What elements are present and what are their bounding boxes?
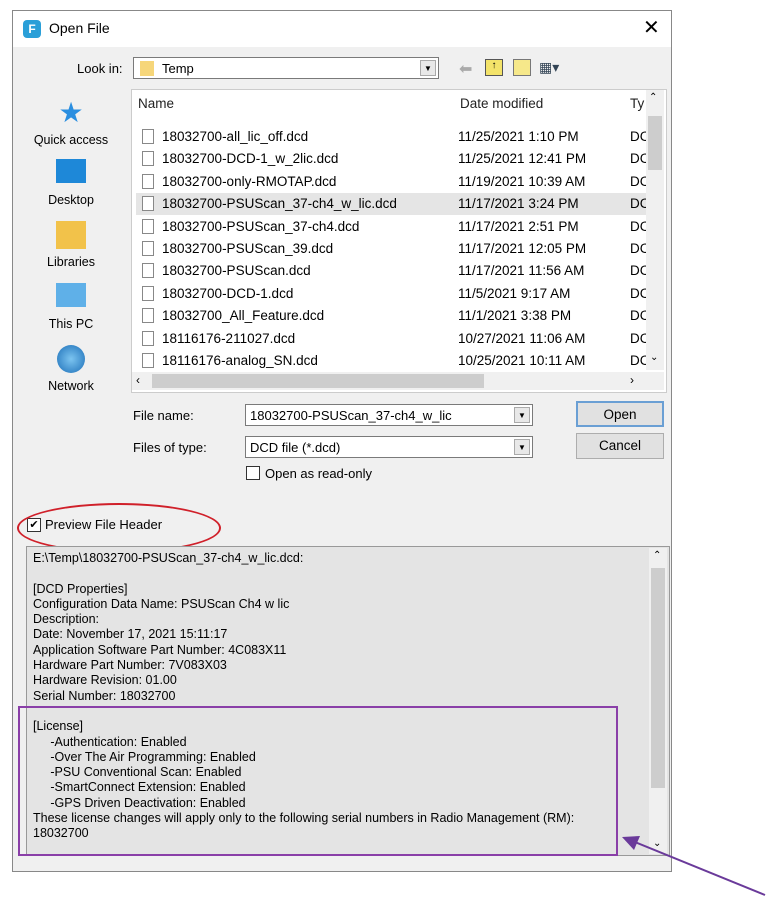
document-icon xyxy=(142,173,154,189)
scroll-thumb[interactable] xyxy=(651,568,665,788)
document-icon xyxy=(142,263,154,279)
back-icon[interactable]: ⬅ xyxy=(459,59,472,79)
file-date: 10/25/2021 10:11 AM xyxy=(458,353,586,368)
computer-icon xyxy=(56,283,86,307)
document-icon xyxy=(142,308,154,324)
open-file-dialog: F Open File ✕ Look in: Temp ▼ ⬅ ↑ ▦▾ ★ Qu… xyxy=(12,10,672,872)
file-date: 11/17/2021 11:56 AM xyxy=(458,263,585,279)
file-row[interactable]: 18116176-analog_SN.dcd 10/25/2021 10:11 A… xyxy=(136,350,650,372)
open-button[interactable]: Open xyxy=(576,401,664,427)
file-name: 18116176-analog_SN.dcd xyxy=(162,353,318,368)
file-date: 10/27/2021 11:06 AM xyxy=(458,330,586,346)
read-only-label: Open as read-only xyxy=(265,466,372,481)
file-name-value: 18032700-PSUScan_37-ch4_w_lic xyxy=(250,408,452,423)
file-list[interactable]: Name Date modified Ty 18032700-all_lic_o… xyxy=(131,89,667,393)
place-label: This PC xyxy=(48,317,94,331)
place-label: Desktop xyxy=(48,193,94,207)
file-row[interactable]: 18032700_All_Feature.dcd 11/1/2021 3:38 P… xyxy=(136,305,650,327)
file-name-input[interactable]: 18032700-PSUScan_37-ch4_w_lic ▼ xyxy=(245,404,533,426)
preview-scrollbar[interactable]: ⌃ ⌄ xyxy=(649,548,667,854)
column-date-modified[interactable]: Date modified xyxy=(460,96,543,111)
view-menu-icon[interactable]: ▦▾ xyxy=(539,59,559,76)
file-date: 11/17/2021 12:05 PM xyxy=(458,241,587,256)
place-network[interactable]: Network xyxy=(21,345,121,393)
close-button[interactable]: ✕ xyxy=(643,15,660,40)
file-name: 18032700-PSUScan_39.dcd xyxy=(162,241,334,256)
document-icon xyxy=(142,353,154,368)
desktop-icon xyxy=(56,159,86,183)
file-name-label: File name: xyxy=(133,408,194,423)
scroll-thumb[interactable] xyxy=(648,116,662,170)
document-icon xyxy=(142,151,154,167)
file-name: 18032700-PSUScan.dcd xyxy=(162,263,311,279)
license-highlight-box xyxy=(18,706,618,856)
file-name: 18032700-DCD-1_w_2lic.dcd xyxy=(162,151,339,167)
dialog-title: Open File xyxy=(49,20,110,36)
libraries-icon xyxy=(56,221,86,249)
place-label: Quick access xyxy=(33,133,109,147)
star-icon: ★ xyxy=(58,97,84,128)
read-only-checkbox[interactable] xyxy=(246,466,260,480)
file-row[interactable]: 18032700-only-RMOTAP.dcd 11/19/2021 10:39… xyxy=(136,171,650,193)
file-date: 11/25/2021 1:10 PM xyxy=(458,129,579,144)
place-desktop[interactable]: Desktop xyxy=(21,159,121,207)
file-date: 11/19/2021 10:39 AM xyxy=(458,173,586,189)
file-row[interactable]: 18032700-PSUScan_39.dcd 11/17/2021 12:05 … xyxy=(136,238,650,260)
file-name: 18116176-211027.dcd xyxy=(162,330,296,346)
file-name: 18032700-PSUScan_37-ch4.dcd xyxy=(162,218,360,234)
up-folder-icon[interactable]: ↑ xyxy=(485,59,503,76)
file-name: 18032700-DCD-1.dcd xyxy=(162,285,294,301)
document-icon xyxy=(142,196,154,212)
network-icon xyxy=(57,345,85,373)
place-libraries[interactable]: Libraries xyxy=(21,221,121,269)
place-this-pc[interactable]: This PC xyxy=(21,283,121,331)
file-row[interactable]: 18032700-PSUScan.dcd 11/17/2021 11:56 AM D… xyxy=(136,260,650,282)
folder-icon xyxy=(140,61,154,76)
file-date: 11/5/2021 9:17 AM xyxy=(458,285,571,301)
look-in-select[interactable]: Temp ▼ xyxy=(133,57,439,79)
file-date: 11/1/2021 3:38 PM xyxy=(458,308,572,324)
document-icon xyxy=(142,129,154,144)
file-name: 18032700_All_Feature.dcd xyxy=(162,308,325,324)
document-icon xyxy=(142,241,154,256)
place-quick-access[interactable]: ★ Quick access xyxy=(21,97,121,147)
file-row[interactable]: 18032700-PSUScan_37-ch4.dcd 11/17/2021 2:… xyxy=(136,216,650,238)
file-row[interactable]: 18032700-DCD-1.dcd 11/5/2021 9:17 AM DC xyxy=(136,283,650,305)
document-icon xyxy=(142,285,154,301)
look-in-label: Look in: xyxy=(77,61,123,76)
file-row[interactable]: 18032700-all_lic_off.dcd 11/25/2021 1:10 … xyxy=(136,126,650,148)
arrow-annotation xyxy=(622,836,766,896)
file-name: 18032700-all_lic_off.dcd xyxy=(162,129,309,144)
app-icon: F xyxy=(23,20,41,38)
document-icon xyxy=(142,330,154,346)
column-type[interactable]: Ty xyxy=(630,96,644,111)
file-type-label: Files of type: xyxy=(133,440,207,455)
title-bar: F Open File ✕ xyxy=(13,11,671,47)
file-date: 11/25/2021 12:41 PM xyxy=(458,151,587,167)
column-name[interactable]: Name xyxy=(138,96,174,111)
file-name: 18032700-only-RMOTAP.dcd xyxy=(162,173,337,189)
chevron-down-icon: ▼ xyxy=(514,439,530,455)
scroll-thumb[interactable] xyxy=(152,374,484,388)
file-row[interactable]: 18032700-PSUScan_37-ch4_w_lic.dcd 11/17/2… xyxy=(136,193,650,216)
file-row[interactable]: 18032700-DCD-1_w_2lic.dcd 11/25/2021 12:4… xyxy=(136,148,650,170)
file-type-value: DCD file (*.dcd) xyxy=(250,440,341,455)
vertical-scrollbar[interactable]: ⌃ ⌄ xyxy=(646,90,664,370)
file-type-select[interactable]: DCD file (*.dcd) ▼ xyxy=(245,436,533,458)
file-name: 18032700-PSUScan_37-ch4_w_lic.dcd xyxy=(162,196,397,212)
place-label: Network xyxy=(48,379,94,393)
file-row[interactable]: 18116176-211027.dcd 10/27/2021 11:06 AM DC xyxy=(136,328,650,350)
file-date: 11/17/2021 3:24 PM xyxy=(458,196,579,212)
new-folder-icon[interactable] xyxy=(513,59,531,76)
horizontal-scrollbar[interactable]: ‹ › xyxy=(132,372,664,390)
file-date: 11/17/2021 2:51 PM xyxy=(458,218,579,234)
look-in-value: Temp xyxy=(162,61,194,76)
chevron-down-icon: ▼ xyxy=(420,60,436,76)
cancel-button[interactable]: Cancel xyxy=(576,433,664,459)
place-label: Libraries xyxy=(47,255,95,269)
document-icon xyxy=(142,218,154,234)
chevron-down-icon[interactable]: ▼ xyxy=(514,407,530,423)
